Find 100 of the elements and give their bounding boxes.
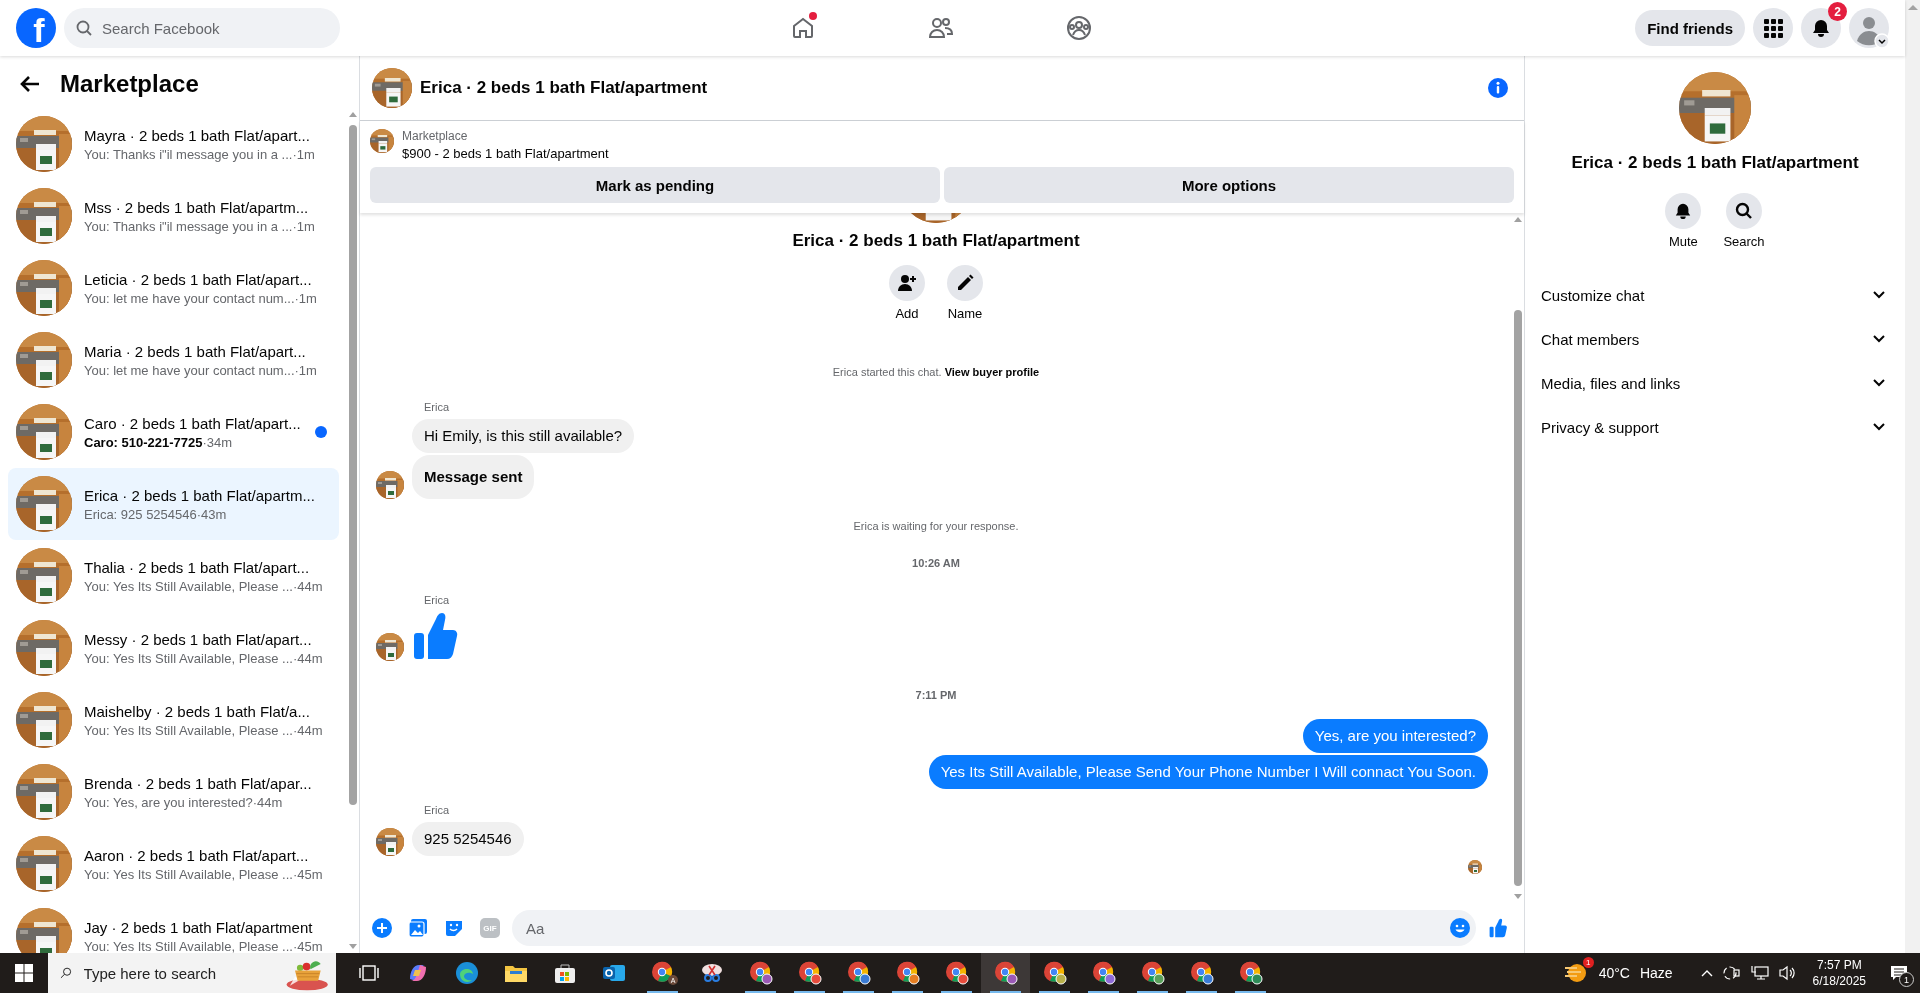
conversation-item[interactable]: Messy · 2 beds 1 bath Flat/apart... You: Yes Its Still Available, Please ...·44m: [8, 612, 339, 684]
message-preview: You: Yes Its Still Available, Please ...: [84, 578, 293, 594]
thumbs-up-icon: [412, 611, 458, 661]
browser-icon: [1091, 961, 1116, 985]
conversation-item[interactable]: Thalia · 2 beds 1 bath Flat/apart... You: Yes Its Still Available, Please ...·44m: [8, 540, 339, 612]
listing-button[interactable]: Mark as pending: [370, 167, 940, 203]
bell-icon: [1811, 18, 1831, 38]
message-time: ·44m: [292, 722, 323, 738]
search-field[interactable]: Search Facebook: [64, 8, 340, 48]
message-input[interactable]: Aa: [524, 918, 1450, 938]
plus-icon: [372, 918, 392, 938]
bell-icon: [1674, 202, 1693, 220]
conversation-item[interactable]: Erica · 2 beds 1 bath Flat/apartm... Erica: 925 5254546·43m: [8, 468, 339, 540]
search-input[interactable]: Search Facebook: [100, 18, 304, 38]
message-bubble: Yes Its Still Available, Please Send Your Phone Number I Will connact You Soon.: [928, 755, 1488, 789]
message-preview: Erica: 925 5254546: [84, 506, 197, 522]
section-title: Customize chat: [1541, 286, 1645, 304]
folder-icon: [503, 963, 528, 983]
conversation-item[interactable]: Maria · 2 beds 1 bath Flat/apart... You: let me have your contact num...·1m: [8, 324, 339, 396]
back-arrow-icon[interactable]: [20, 75, 40, 93]
conversation-item[interactable]: Brenda · 2 beds 1 bath Flat/apar... You: Yes, are you interested?·44m: [8, 756, 339, 828]
browser-icon: [1042, 961, 1067, 985]
conversation-title: Caro · 2 beds 1 bath Flat/apart...: [84, 414, 302, 432]
message-time: ·34m: [202, 434, 233, 450]
section-header[interactable]: Media, files and links: [1533, 361, 1897, 405]
weather-badge: 1: [1582, 956, 1594, 968]
message-time: ·44m: [252, 794, 283, 810]
message-time: ·45m: [292, 938, 323, 953]
chat-notice: Erica started this chat. View buyer profile: [831, 365, 1041, 379]
browser-icon: [1140, 961, 1165, 985]
section-header[interactable]: Privacy & support: [1533, 405, 1897, 449]
section-header[interactable]: Customize chat: [1533, 273, 1897, 317]
conversation-title: Erica · 2 beds 1 bath Flat/apartm...: [84, 486, 316, 504]
message-preview: You: Thanks i"il message you in a ...: [84, 218, 293, 234]
chat-title: Erica · 2 beds 1 bath Flat/apartment: [420, 78, 708, 98]
section-header[interactable]: Chat members: [1533, 317, 1897, 361]
action-label: Add: [895, 306, 919, 321]
wave-icon: [454, 961, 479, 985]
conversation-item[interactable]: Mss · 2 beds 1 bath Flat/apartm... You: Thanks i"il message you in a ...·1m: [8, 180, 339, 252]
search-input[interactable]: Type here to search: [81, 963, 276, 983]
action-label: Mute: [1668, 234, 1698, 249]
facebook-logo[interactable]: f: [16, 8, 56, 48]
camera-icon[interactable]: [1722, 965, 1741, 981]
sticker-icon: [444, 918, 464, 938]
emoji-icon[interactable]: [1450, 918, 1470, 938]
taskbar-search-field[interactable]: Type here to search: [48, 953, 336, 993]
timestamp: 7:11 PM: [914, 688, 958, 702]
browser-icon: [797, 961, 822, 985]
conversation-title: Maishelby · 2 beds 1 bath Flat/a...: [84, 702, 311, 720]
message-preview: You: let me have your contact num...: [84, 290, 295, 306]
sender-name: Erica: [423, 400, 451, 414]
notifications-button[interactable]: 1: [1882, 953, 1916, 993]
profile-link[interactable]: View buyer profile: [944, 366, 1040, 378]
conversation-title: Messy · 2 beds 1 bath Flat/apart...: [84, 630, 313, 648]
clock-date: 6/18/2025: [1812, 973, 1866, 989]
volume-icon[interactable]: [1778, 965, 1797, 981]
conversation-item[interactable]: Caro · 2 beds 1 bath Flat/apart... Caro: 510-221-7725·34m: [8, 396, 339, 468]
clock-time: 7:57 PM: [1816, 957, 1862, 973]
conversation-item[interactable]: Mayra · 2 beds 1 bath Flat/apart... You: Thanks i"il message you in a ...·1m: [8, 108, 339, 180]
chevron-up-icon[interactable]: [1700, 969, 1713, 977]
listing-label: Marketplace: [402, 129, 469, 143]
sender-name: Erica: [423, 593, 451, 607]
conversation-item[interactable]: Maishelby · 2 beds 1 bath Flat/a... You: Yes Its Still Available, Please ...·44m: [8, 684, 339, 756]
conversation-item[interactable]: Leticia · 2 beds 1 bath Flat/apart... You: let me have your contact num...·1m: [8, 252, 339, 324]
message-time: ·44m: [292, 650, 323, 666]
conversation-item[interactable]: Aaron · 2 beds 1 bath Flat/apart... You: Yes Its Still Available, Please ...·45m: [8, 828, 339, 900]
timestamp: 10:26 AM: [911, 556, 961, 570]
pencil-icon: [956, 274, 974, 292]
listing-button[interactable]: More options: [944, 167, 1514, 203]
message-field[interactable]: Aa: [512, 910, 1476, 946]
action-label: Name: [947, 306, 983, 321]
message-time: ·45m: [292, 866, 323, 882]
taskbar-app[interactable]: [981, 953, 1030, 993]
conversation-title: Leticia · 2 beds 1 bath Flat/apart...: [84, 270, 313, 288]
info-icon[interactable]: [1488, 78, 1508, 98]
message-preview: You: Yes Its Still Available, Please ...: [84, 866, 293, 882]
notification-count: 2: [1828, 2, 1847, 21]
section-title: Chat members: [1541, 330, 1640, 348]
account-avatar[interactable]: [1849, 8, 1889, 48]
menu-button[interactable]: [1753, 8, 1793, 48]
browser-icon: [993, 961, 1018, 985]
browser-icon: [1189, 961, 1214, 985]
chat-notice: Erica is waiting for your response.: [852, 519, 1020, 533]
clock[interactable]: 7:57 PM 6/18/2025: [1812, 957, 1866, 989]
section-title: Privacy & support: [1541, 418, 1659, 436]
find-friends-button[interactable]: Find friends: [1635, 10, 1745, 46]
message-time: ·1m: [292, 218, 315, 234]
add-person-icon: [897, 273, 917, 293]
image-icon: [408, 918, 428, 938]
message-time: ·1m: [294, 362, 317, 378]
listing-title: $900 - 2 beds 1 bath Flat/apartment: [402, 146, 609, 161]
conversation-title: Jay · 2 beds 1 bath Flat/apartment: [84, 918, 314, 936]
browser-icon: [748, 961, 773, 985]
home-icon: [791, 16, 815, 40]
message-bubble: Hi Emily, is this still available?: [412, 419, 635, 453]
notification-count: 1: [1899, 972, 1914, 987]
network-icon[interactable]: [1750, 965, 1769, 981]
thumbs-up-icon: [1488, 918, 1508, 938]
notifications-button[interactable]: [1801, 8, 1841, 48]
task-view-icon: [358, 964, 379, 982]
